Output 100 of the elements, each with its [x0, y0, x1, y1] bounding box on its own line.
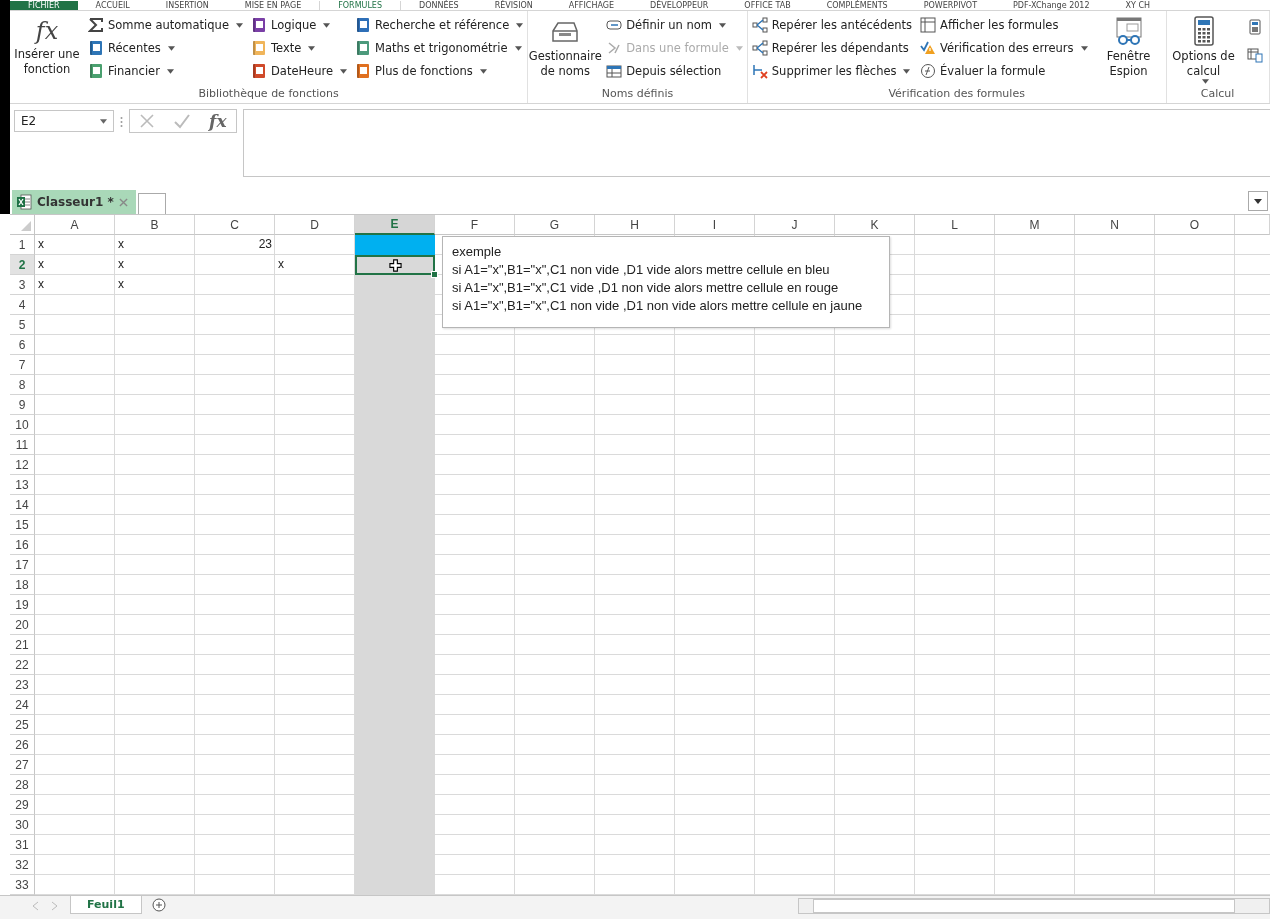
ribbon-tab[interactable]: ACCUEIL [77, 1, 148, 10]
row-header[interactable]: 24 [10, 695, 35, 715]
ribbon-tab[interactable]: AFFICHAGE [550, 1, 633, 10]
row-header[interactable]: 27 [10, 755, 35, 775]
caret-icon [1080, 45, 1088, 51]
ribbon-tab[interactable]: DONNÉES [401, 1, 477, 10]
row-header[interactable]: 7 [10, 355, 35, 375]
horizontal-scrollbar[interactable] [798, 898, 1270, 914]
row-header[interactable]: 17 [10, 555, 35, 575]
row-header[interactable]: 8 [10, 375, 35, 395]
row-header[interactable]: 10 [10, 415, 35, 435]
ribbon-tab[interactable]: FORMULES [319, 1, 401, 10]
spreadsheet-file-icon [16, 194, 32, 210]
ribbon-button[interactable]: Vérification des erreurs [920, 38, 1088, 58]
fill-handle[interactable] [431, 271, 438, 278]
row-header[interactable]: 29 [10, 795, 35, 815]
column-header[interactable]: N [1075, 215, 1155, 235]
name-box[interactable]: E2 [14, 110, 114, 132]
row-header[interactable]: 19 [10, 595, 35, 615]
ribbon-button[interactable]: Supprimer les flèches [751, 61, 913, 81]
ribbon-button[interactable]: Financier [88, 61, 243, 81]
ribbon-button[interactable]: Fenêtre Espion [1095, 15, 1162, 87]
column-header[interactable]: L [915, 215, 995, 235]
column-header[interactable]: G [515, 215, 595, 235]
column-header[interactable]: H [595, 215, 675, 235]
select-all-corner[interactable] [10, 215, 35, 235]
column-header[interactable]: M [995, 215, 1075, 235]
column-header[interactable]: F [435, 215, 515, 235]
column-header[interactable]: K [835, 215, 915, 235]
ribbon-tab[interactable]: INSERTION [147, 1, 227, 10]
row-header[interactable]: 15 [10, 515, 35, 535]
table-cell-text: x [37, 256, 45, 273]
row-header[interactable]: 31 [10, 835, 35, 855]
ribbon-button[interactable]: Logique [251, 15, 348, 35]
ribbon-tab[interactable]: POWERPIVOT [905, 1, 995, 10]
row-header[interactable]: 12 [10, 455, 35, 475]
ribbon-button[interactable]: Repérer les antécédents [751, 15, 913, 35]
row-header[interactable]: 30 [10, 815, 35, 835]
row-header[interactable]: 6 [10, 335, 35, 355]
formula-input[interactable] [243, 109, 1270, 177]
column-header[interactable]: B [115, 215, 195, 235]
table-icon [606, 63, 623, 79]
ribbon-button[interactable]: Texte [251, 38, 348, 58]
workbook-tab[interactable]: Classeur1 * [12, 190, 136, 214]
ribbon-tab[interactable]: COMPLÉMENTS [808, 1, 906, 10]
book-icon [251, 40, 267, 56]
ribbon-button[interactable]: Afficher les formules [920, 15, 1088, 35]
row-header[interactable]: 26 [10, 735, 35, 755]
row-header[interactable]: 32 [10, 855, 35, 875]
row-header[interactable]: 14 [10, 495, 35, 515]
add-sheet-icon[interactable] [151, 898, 166, 912]
ribbon-tab[interactable]: PDF-XChange 2012 [995, 1, 1108, 10]
ribbon-button[interactable]: Recherche et référence [355, 15, 524, 35]
row-header[interactable]: 9 [10, 395, 35, 415]
column-header[interactable]: J [755, 215, 835, 235]
row-header[interactable]: 28 [10, 775, 35, 795]
cancel-icon[interactable] [139, 113, 156, 129]
row-header[interactable]: 11 [10, 435, 35, 455]
column-header[interactable]: O [1155, 215, 1235, 235]
ribbon-button[interactable]: Maths et trigonométrie [355, 38, 524, 58]
new-tab-button[interactable] [137, 193, 166, 214]
ribbon-button[interactable]: DateHeure [251, 61, 348, 81]
column-header[interactable]: E [355, 215, 435, 235]
row-header[interactable]: 23 [10, 675, 35, 695]
row-header[interactable]: 5 [10, 315, 35, 335]
ribbon-icon-button[interactable] [1244, 45, 1265, 65]
check-icon[interactable] [174, 113, 191, 129]
column-header[interactable]: C [195, 215, 275, 235]
row-header[interactable]: 4 [10, 295, 35, 315]
row-header[interactable]: 21 [10, 635, 35, 655]
ribbon-button[interactable]: Définir un nom [606, 15, 743, 35]
ribbon-button[interactable]: Plus de fonctions [355, 61, 524, 81]
row-header[interactable]: 20 [10, 615, 35, 635]
row-header[interactable]: 25 [10, 715, 35, 735]
row-header[interactable]: 22 [10, 655, 35, 675]
row-header[interactable]: 18 [10, 575, 35, 595]
ribbon-tab[interactable]: OFFICE TAB [726, 1, 809, 10]
row-header[interactable]: 16 [10, 535, 35, 555]
row-header[interactable]: 3 [10, 275, 35, 295]
close-icon[interactable] [118, 197, 128, 207]
ribbon-button[interactable]: Depuis sélection [606, 61, 743, 81]
tab-menu-button[interactable] [1248, 191, 1268, 211]
sheet-tab[interactable]: Feuil1 [70, 896, 142, 914]
sheet-nav-icon[interactable] [30, 901, 60, 911]
ribbon-button[interactable]: fx Insérer une fonction [14, 15, 80, 87]
ribbon-tab[interactable]: MISE EN PAGE [226, 1, 320, 10]
ribbon-tab[interactable]: RÉVISION [476, 1, 551, 10]
ribbon-button[interactable]: Options de calcul [1170, 15, 1237, 87]
row-header[interactable]: 13 [10, 475, 35, 495]
ribbon-tab[interactable]: FICHIER [10, 1, 78, 10]
ribbon-button[interactable]: Récentes [88, 38, 243, 58]
column-header[interactable]: A [35, 215, 115, 235]
insert-function-button[interactable]: fx [209, 111, 227, 131]
ribbon-button[interactable]: Somme automatique [88, 15, 243, 35]
ribbon-button[interactable]: Évaluer la formule [920, 61, 1088, 81]
ribbon-button[interactable]: Repérer les dépendants [751, 38, 913, 58]
ribbon-tab[interactable]: XY CH [1107, 1, 1169, 10]
column-header[interactable]: I [675, 215, 755, 235]
ribbon-tab[interactable]: DÉVELOPPEUR [632, 1, 727, 10]
row-header[interactable]: 2 [10, 255, 35, 275]
